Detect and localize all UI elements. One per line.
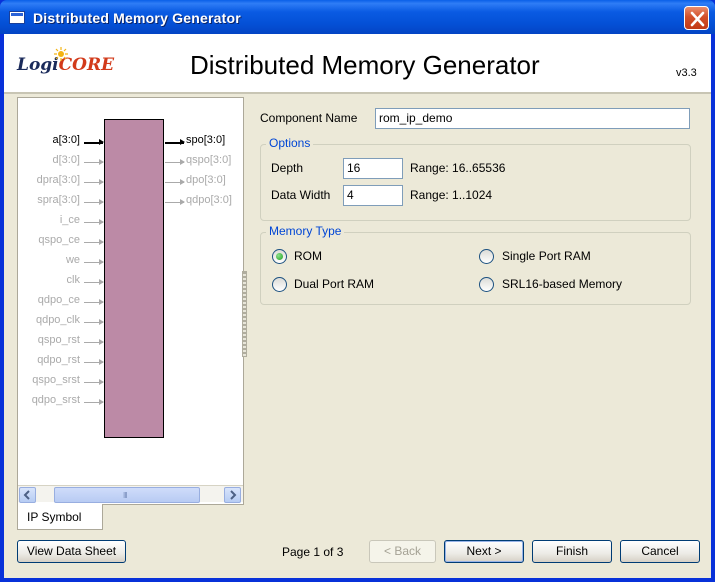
radio-rom[interactable] xyxy=(272,249,287,264)
radio-label-dual-port-ram: Dual Port RAM xyxy=(294,277,375,291)
logicore-sun-icon xyxy=(54,47,68,61)
close-button[interactable] xyxy=(684,6,709,30)
scroll-left-button[interactable] xyxy=(19,487,36,503)
right-pin-label: qspo[3:0] xyxy=(186,154,232,166)
right-pin-label: dpo[3:0] xyxy=(186,174,226,186)
dialog-client-area: LogiCORE Distributed Memory Generator v3… xyxy=(4,34,711,578)
left-pin-label: qspo_ce xyxy=(38,234,80,246)
logicore-logo: LogiCORE xyxy=(17,47,114,75)
left-pin-label: qdpo_srst xyxy=(31,394,80,406)
radio-label-srl16-memory: SRL16-based Memory xyxy=(502,277,623,291)
left-pin-label: clk xyxy=(66,274,80,286)
next-button[interactable]: Next > xyxy=(444,540,524,563)
radio-dual-port-ram[interactable] xyxy=(272,277,287,292)
left-pin-label: qspo_rst xyxy=(37,334,80,346)
left-pin-label: qdpo_ce xyxy=(37,294,80,306)
version-label: v3.3 xyxy=(676,67,697,79)
memory-block-symbol xyxy=(104,119,164,438)
left-pin-label: qdpo_rst xyxy=(37,354,80,366)
window-frame: Distributed Memory Generator LogiCORE Di… xyxy=(0,0,715,582)
options-group-title: Options xyxy=(266,136,314,150)
right-pin-label: qdpo[3:0] xyxy=(186,194,232,206)
data-width-range-label: Range: 1..1024 xyxy=(410,188,493,202)
data-width-field[interactable]: 4 xyxy=(343,185,403,206)
left-pin-arrow xyxy=(84,319,104,325)
scroll-right-icon xyxy=(230,490,237,500)
left-pin-arrow xyxy=(84,259,104,265)
left-pin-arrow xyxy=(84,359,104,365)
ip-symbol-panel: a[3:0] d[3:0] dpra[3:0] spra[3:0] i_ce qspo_c… xyxy=(17,97,244,505)
header-divider xyxy=(4,92,711,94)
depth-label: Depth xyxy=(271,161,304,175)
panel-splitter[interactable] xyxy=(242,271,247,357)
left-pin-arrow xyxy=(84,199,104,205)
radio-srl16-memory[interactable] xyxy=(479,277,494,292)
scroll-left-icon xyxy=(23,490,30,500)
scroll-thumb[interactable]: III xyxy=(54,487,200,503)
left-pin-label: a[3:0] xyxy=(52,134,80,146)
left-pin-arrow xyxy=(84,339,104,345)
right-pin-label: spo[3:0] xyxy=(186,134,226,146)
right-pin-arrow xyxy=(165,139,185,145)
data-width-label: Data Width xyxy=(271,188,331,202)
finish-button[interactable]: Finish xyxy=(532,540,612,563)
left-pin-label: we xyxy=(65,254,80,266)
cancel-button[interactable]: Cancel xyxy=(620,540,700,563)
page-title: Distributed Memory Generator xyxy=(190,50,540,80)
left-pin-arrow xyxy=(84,399,104,405)
options-group xyxy=(260,144,691,221)
left-pin-arrow xyxy=(84,379,104,385)
depth-range-label: Range: 16..65536 xyxy=(410,161,506,175)
scroll-right-button[interactable] xyxy=(224,487,241,503)
left-pin-arrow xyxy=(84,179,104,185)
left-pin-label: spra[3:0] xyxy=(37,194,80,206)
window-app-icon xyxy=(9,11,25,24)
title-bar[interactable]: Distributed Memory Generator xyxy=(0,0,715,34)
horizontal-scrollbar[interactable]: III xyxy=(18,485,243,503)
dialog-header: LogiCORE Distributed Memory Generator v3… xyxy=(4,34,711,94)
radio-label-single-port-ram: Single Port RAM xyxy=(502,249,591,263)
depth-field[interactable]: 16 xyxy=(343,158,403,179)
left-pin-label: qdpo_clk xyxy=(35,314,80,326)
radio-single-port-ram[interactable] xyxy=(479,249,494,264)
right-pin-arrow xyxy=(165,179,185,185)
left-pin-arrow xyxy=(84,159,104,165)
close-icon xyxy=(690,11,705,27)
memory-type-group xyxy=(260,232,691,305)
right-pin-arrow xyxy=(165,199,185,205)
left-pin-arrow xyxy=(84,219,104,225)
left-pin-arrow xyxy=(84,299,104,305)
view-data-sheet-button[interactable]: View Data Sheet xyxy=(17,540,126,563)
tab-ip-symbol[interactable]: IP Symbol xyxy=(17,504,103,530)
left-pin-label: i_ce xyxy=(59,214,80,226)
memory-type-group-title: Memory Type xyxy=(266,224,345,238)
back-button[interactable]: < Back xyxy=(369,540,436,563)
component-name-label: Component Name xyxy=(260,111,358,125)
right-pin-arrow xyxy=(165,159,185,165)
page-indicator: Page 1 of 3 xyxy=(282,545,344,559)
left-pin-label: d[3:0] xyxy=(52,154,80,166)
scroll-grip: III xyxy=(123,491,128,500)
left-pin-label: qspo_srst xyxy=(32,374,80,386)
logo-text-logi: Logi xyxy=(17,55,59,75)
left-pin-arrow xyxy=(84,139,104,145)
left-pin-arrow xyxy=(84,279,104,285)
radio-label-rom: ROM xyxy=(294,249,322,263)
left-pin-label: dpra[3:0] xyxy=(36,174,80,186)
window-title: Distributed Memory Generator xyxy=(33,10,241,26)
component-name-field[interactable]: rom_ip_demo xyxy=(375,108,690,129)
left-pin-arrow xyxy=(84,239,104,245)
